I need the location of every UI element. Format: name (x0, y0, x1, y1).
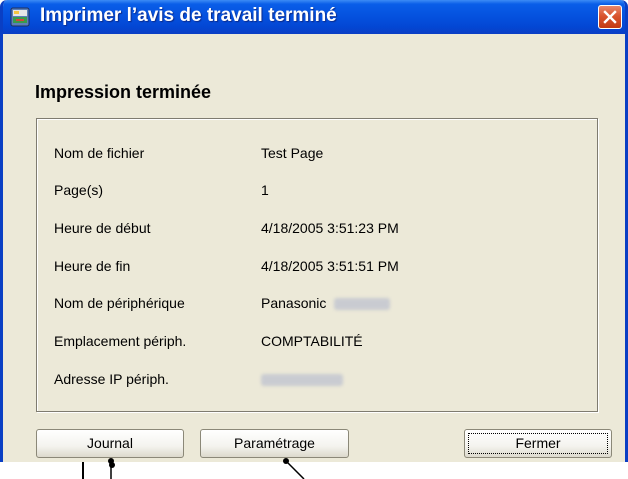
fermer-button[interactable]: Fermer (464, 429, 612, 458)
detail-value: 4/18/2005 3:51:51 PM (261, 258, 399, 274)
redacted-model (334, 298, 391, 311)
dialog-window: Imprimer l’avis de travail terminé Impre… (0, 0, 628, 462)
job-details-panel: Nom de fichier Test Page Page(s) 1 Heure… (36, 118, 598, 412)
section-heading: Impression terminée (35, 82, 212, 102)
focus-rectangle (468, 433, 608, 454)
detail-label: Nom de fichier (54, 145, 145, 161)
detail-label: Nom de périphérique (54, 295, 185, 311)
parametrage-button[interactable]: Paramétrage (200, 429, 349, 458)
detail-value-ip (261, 371, 343, 387)
detail-label: Heure de fin (54, 258, 131, 274)
detail-value: 1 (261, 182, 269, 198)
window-title: Imprimer l’avis de travail terminé (40, 5, 337, 26)
detail-label: Heure de début (54, 220, 151, 236)
redacted-ip (261, 374, 343, 387)
close-button[interactable] (598, 5, 622, 29)
printer-app-icon (10, 7, 30, 27)
detail-value: COMPTABILITÉ (261, 333, 363, 349)
detail-value: Test Page (261, 145, 324, 161)
device-brand: Panasonic (261, 295, 327, 311)
callout-lines (108, 458, 305, 479)
detail-label: Page(s) (54, 182, 104, 198)
detail-value: 4/18/2005 3:51:23 PM (261, 220, 399, 236)
detail-label: Adresse IP périph. (54, 371, 169, 387)
detail-label: Emplacement périph. (54, 333, 187, 349)
journal-button[interactable]: Journal (36, 429, 184, 458)
detail-value-device: Panasonic (261, 295, 391, 311)
close-icon (603, 10, 617, 24)
title-bar[interactable]: Imprimer l’avis de travail terminé (3, 0, 625, 34)
